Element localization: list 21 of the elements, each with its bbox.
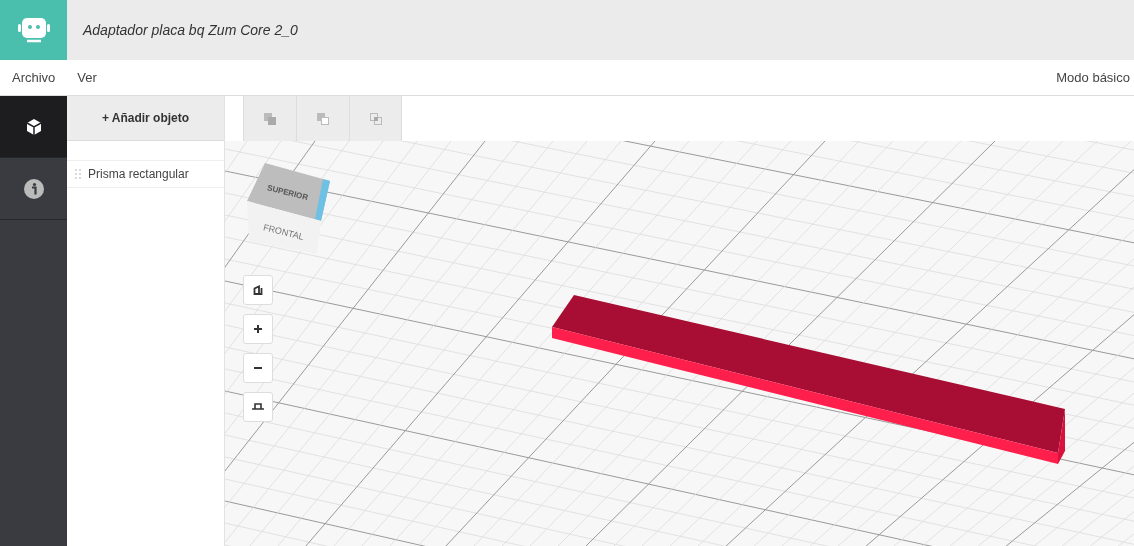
drag-handle-icon	[75, 169, 81, 179]
home-icon	[253, 285, 263, 295]
object-list-item[interactable]: Prisma rectangular	[67, 160, 224, 188]
objects-tab[interactable]	[0, 96, 67, 158]
menu-item[interactable]: Archivo	[12, 70, 56, 85]
view-cube-drawing[interactable]	[247, 163, 330, 254]
union-icon	[264, 112, 276, 125]
home-view-button[interactable]	[243, 275, 273, 305]
perspective-icon	[252, 402, 264, 412]
mode-link[interactable]: Modo básico	[1056, 70, 1130, 85]
cube-icon	[25, 117, 42, 136]
zoom-in-button[interactable]	[243, 314, 273, 344]
perspective-button[interactable]	[243, 392, 273, 422]
plus-icon	[253, 324, 263, 334]
project-title: Adaptador placa bq Zum Core 2_0	[83, 22, 298, 38]
subtract-icon	[317, 112, 329, 125]
info-icon	[23, 178, 44, 199]
robot-logo-icon	[0, 0, 67, 60]
intersect-icon	[369, 112, 382, 125]
add-object-button[interactable]: + Añadir objeto	[67, 96, 224, 141]
menu-item[interactable]: Ver	[77, 70, 97, 85]
